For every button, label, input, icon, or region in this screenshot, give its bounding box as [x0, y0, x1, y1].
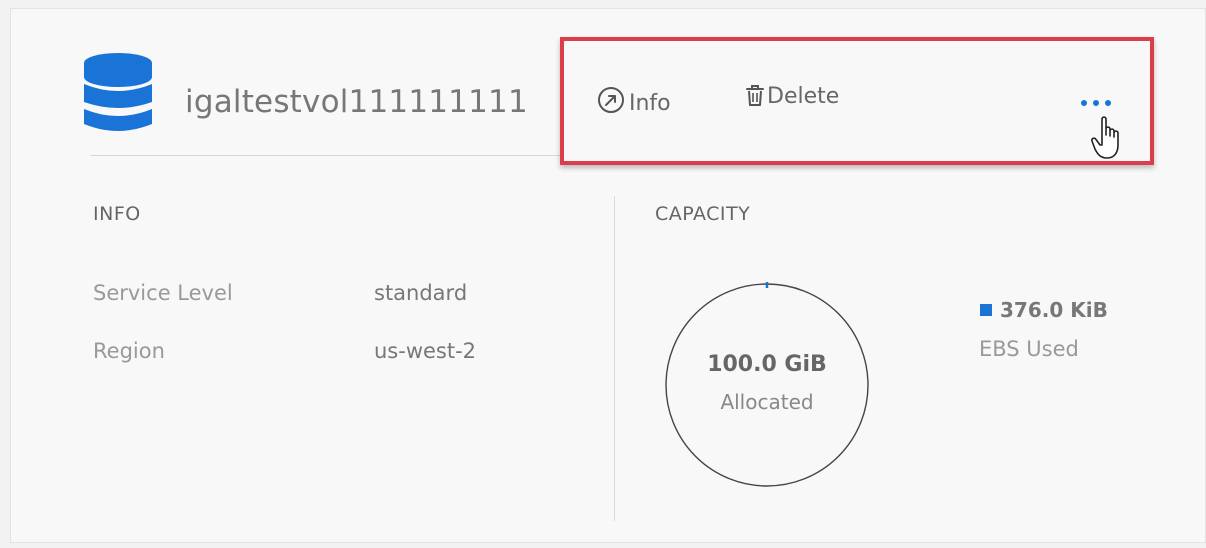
legend-swatch: [980, 304, 992, 316]
header-divider: [90, 155, 560, 156]
region-value: us-west-2: [374, 339, 477, 363]
region-label: Region: [93, 339, 165, 363]
used-label: EBS Used: [979, 337, 1079, 361]
service-level-value: standard: [374, 281, 468, 305]
info-button[interactable]: Info: [596, 83, 671, 116]
delete-button[interactable]: Delete: [744, 83, 839, 109]
database-icon: [84, 53, 152, 131]
more-dot: [1105, 100, 1111, 106]
more-dot: [1081, 100, 1087, 106]
used-legend: 376.0 KiB: [980, 298, 1108, 322]
hand-pointer-icon: [1091, 116, 1119, 159]
info-button-label: Info: [629, 91, 671, 116]
more-options-button[interactable]: [1081, 100, 1111, 106]
more-dot: [1093, 100, 1099, 106]
capacity-donut-chart: [665, 282, 869, 487]
allocated-label: Allocated: [720, 390, 814, 414]
capacity-ring: [665, 283, 869, 487]
delete-button-label: Delete: [767, 83, 840, 109]
arrow-circle-icon: [598, 86, 624, 113]
service-level-label: Service Level: [93, 281, 233, 305]
volume-name: igaltestvol111111111: [185, 84, 528, 120]
info-section-title: INFO: [93, 203, 141, 225]
allocated-value: 100.0 GiB: [707, 352, 827, 377]
section-divider: [614, 196, 615, 521]
trash-icon: [746, 85, 764, 106]
used-value: 376.0 KiB: [1000, 298, 1108, 322]
capacity-section-title: CAPACITY: [655, 203, 751, 225]
